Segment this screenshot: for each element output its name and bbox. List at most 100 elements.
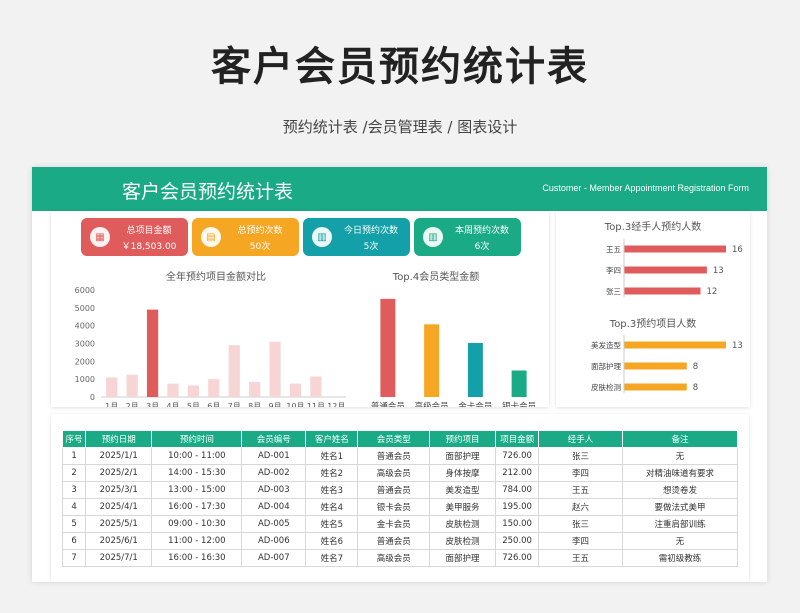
document-icon: ▤ (201, 227, 221, 247)
bar-horizontal (624, 287, 701, 295)
bar-horizontal (624, 266, 707, 274)
table-cell: AD-006 (241, 532, 307, 550)
column-header: 经手人 (538, 430, 623, 448)
table-cell: 2025/5/1 (85, 515, 153, 533)
table-row: 6 2025/6/1 11:00 - 12:00 AD-006 姓名6 普通会员 皮肤检测 2… (61, 532, 739, 550)
table-cell: 姓名2 (305, 464, 359, 482)
table-cell: AD-001 (241, 447, 307, 465)
bar-month (208, 379, 220, 397)
table-cell: 高级会员 (357, 464, 431, 482)
table-row: 3 2025/3/1 13:00 - 15:00 AD-003 姓名3 普通会员 美发造型 7… (61, 481, 739, 499)
left-panel: ▦ 总项目金额 ￥18,503.00 ▤ 总预约次数 50次 ▥ 今日预约次数 5次 ▥ 本周预约次… (51, 211, 549, 407)
table-cell: 面部护理 (429, 447, 496, 465)
table-cell: 16:00 - 17:30 (151, 498, 243, 516)
y-tick-label: 3000 (75, 340, 95, 349)
x-tick-label: 金卡会员 (458, 401, 492, 407)
table-cell: 16:00 - 16:30 (151, 549, 243, 567)
table-cell: 普通会员 (357, 532, 431, 550)
y-tick-label: 李四 (606, 265, 621, 275)
table-cell: 1 (61, 447, 87, 465)
kpi-label: 今日预约次数 (343, 226, 398, 236)
dashboard-sheet: 客户会员预约统计表 Customer - Member Appointment … (32, 167, 767, 582)
right-panel: Top.3经手人预约人数 王五 16 李四 13 张三 12 Top.3预约项目人数 美发… (556, 211, 750, 407)
column-header: 预约日期 (85, 430, 153, 448)
kpi-card: ▥ 今日预约次数 5次 (303, 218, 410, 256)
x-tick-label: 1月 (105, 402, 118, 407)
monthly-amount-chart: 0 1000 2000 3000 4000 5000 6000 1月 2月 3月 4月 5月 6月 7月 8… (75, 286, 346, 407)
table-cell: 皮肤检测 (429, 515, 496, 533)
appointment-table: 序号 预约日期 预约时间 会员编号 客户姓名 会员类型 预约项目 项目金额 经手人 备注 1 202… (61, 430, 739, 567)
y-tick-label: 张三 (606, 287, 621, 296)
table-cell: 面部护理 (429, 549, 496, 567)
table-cell: 姓名7 (305, 549, 359, 567)
table-cell: 普通会员 (357, 481, 431, 499)
table-cell: 5 (61, 515, 87, 533)
monthly-chart-title: 全年预约项目金额对比 (166, 272, 266, 283)
y-tick-label: 皮肤检测 (591, 382, 621, 392)
bar-month (167, 383, 179, 397)
data-label: 13 (732, 341, 743, 351)
table-cell: 需初级教练 (621, 549, 739, 567)
table-cell: 2025/7/1 (85, 549, 153, 567)
table-cell: 2025/1/1 (85, 447, 153, 465)
kpi-value: 5次 (363, 242, 379, 252)
table-cell: 13:00 - 15:00 (151, 481, 243, 499)
y-tick-label: 美发造型 (591, 340, 621, 350)
table-cell: 高级会员 (357, 549, 431, 567)
records-panel: 序号 预约日期 预约时间 会员编号 客户姓名 会员类型 预约项目 项目金额 经手人 备注 1 202… (51, 414, 749, 582)
table-cell: 姓名4 (305, 498, 359, 516)
table-cell: 2025/3/1 (85, 481, 153, 499)
table-cell: 150.00 (494, 515, 540, 533)
table-cell: 726.00 (494, 447, 540, 465)
table-cell: 2025/4/1 (85, 498, 153, 516)
column-header: 备注 (621, 430, 739, 448)
x-tick-label: 4月 (166, 402, 179, 407)
header-banner: 客户会员预约统计表 Customer - Member Appointment … (32, 167, 767, 211)
kpi-card: ▦ 总项目金额 ￥18,503.00 (81, 218, 188, 256)
x-tick-label: 高级会员 (415, 401, 449, 407)
table-row: 4 2025/4/1 16:00 - 17:30 AD-004 姓名4 银卡会员 美甲服务 1… (61, 498, 739, 516)
table-cell: 无 (621, 532, 739, 550)
table-row: 2 2025/2/1 14:00 - 15:30 AD-002 姓名2 高级会员 身体按摩 2… (61, 464, 739, 482)
y-tick-label: 王五 (606, 245, 621, 254)
table-cell: 09:00 - 10:30 (151, 515, 243, 533)
table-cell: 212.00 (494, 464, 540, 482)
bar-month (187, 385, 199, 397)
table-cell: 4 (61, 498, 87, 516)
x-tick-label: 8月 (248, 402, 261, 407)
bar-month (310, 376, 322, 397)
kpi-value: 50次 (249, 242, 271, 252)
table-cell: 皮肤检测 (429, 532, 496, 550)
table-cell: 10:00 - 11:00 (151, 447, 243, 465)
table-cell: AD-005 (241, 515, 307, 533)
handler-chart-title: Top.3经手人预约人数 (604, 222, 702, 233)
banner-english-title: Customer - Member Appointment Registrati… (542, 183, 749, 193)
table-cell: 王五 (538, 549, 623, 567)
x-tick-label: 银卡会员 (502, 401, 536, 407)
bar-month (269, 341, 281, 397)
table-row: 7 2025/7/1 16:00 - 16:30 AD-007 姓名7 高级会员 面部护理 7… (61, 549, 739, 567)
y-tick-label: 面部护理 (591, 361, 621, 371)
column-header: 客户姓名 (305, 430, 359, 448)
x-tick-label: 6月 (207, 402, 220, 407)
bar-horizontal (624, 245, 726, 253)
table-header-row: 序号 预约日期 预约时间 会员编号 客户姓名 会员类型 预约项目 项目金额 经手人 备注 (61, 430, 739, 448)
y-tick-label: 6000 (75, 286, 95, 295)
table-cell: 赵六 (538, 498, 623, 516)
table-cell: AD-003 (241, 481, 307, 499)
x-tick-label: 普通会员 (371, 401, 405, 407)
data-label: 16 (732, 245, 743, 255)
kpi-card: ▥ 本周预约次数 6次 (414, 218, 521, 256)
bar-chart-icon: ▥ (312, 227, 332, 247)
table-cell: 2025/2/1 (85, 464, 153, 482)
table-cell: 李四 (538, 464, 623, 482)
table-cell: 身体按摩 (429, 464, 496, 482)
table-body: 1 2025/1/1 10:00 - 11:00 AD-001 姓名1 普通会员 面部护理 7… (61, 447, 739, 567)
project-count-chart: 美发造型 13 面部护理 8 皮肤检测 8 (591, 335, 743, 393)
page-title: 客户会员预约统计表 (211, 44, 589, 90)
table-cell: AD-007 (241, 549, 307, 567)
bar-member-type (380, 298, 396, 397)
table-cell: AD-004 (241, 498, 307, 516)
data-label: 12 (707, 287, 718, 297)
column-header: 会员类型 (357, 430, 431, 448)
